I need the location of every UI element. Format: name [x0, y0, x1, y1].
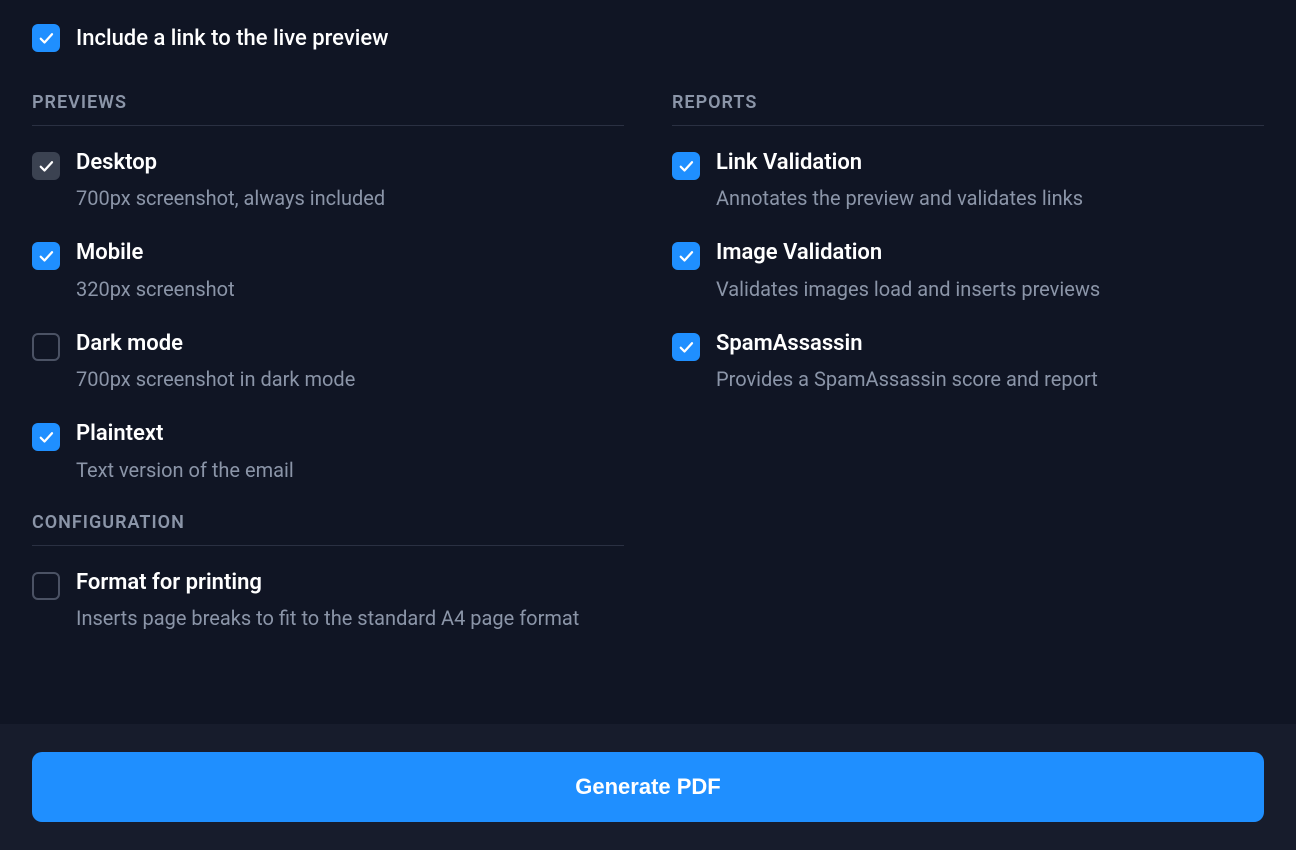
check-icon: [37, 247, 55, 265]
config-option-print[interactable]: Format for printing Inserts page breaks …: [32, 570, 624, 632]
option-title: SpamAssassin: [716, 331, 1264, 357]
dark-mode-checkbox[interactable]: [32, 333, 60, 361]
preview-option-mobile[interactable]: Mobile 320px screenshot: [32, 240, 624, 302]
option-description: 700px screenshot, always included: [76, 184, 624, 212]
option-description: Provides a SpamAssassin score and report: [716, 365, 1264, 393]
option-description: Inserts page breaks to fit to the standa…: [76, 604, 624, 632]
generate-pdf-button[interactable]: Generate PDF: [32, 752, 1264, 822]
option-description: 320px screenshot: [76, 275, 624, 303]
preview-option-desktop[interactable]: Desktop 700px screenshot, always include…: [32, 150, 624, 212]
option-description: 700px screenshot in dark mode: [76, 365, 624, 393]
include-link-row[interactable]: Include a link to the live preview: [32, 24, 1264, 52]
option-title: Image Validation: [716, 240, 1264, 266]
option-title: Mobile: [76, 240, 624, 266]
check-icon: [37, 157, 55, 175]
format-for-printing-checkbox[interactable]: [32, 572, 60, 600]
configuration-header: CONFIGURATION: [32, 512, 624, 546]
option-title: Dark mode: [76, 331, 624, 357]
previews-header: PREVIEWS: [32, 92, 624, 126]
option-title: Desktop: [76, 150, 624, 176]
report-option-spamassassin[interactable]: SpamAssassin Provides a SpamAssassin sco…: [672, 331, 1264, 393]
mobile-checkbox[interactable]: [32, 242, 60, 270]
check-icon: [677, 338, 695, 356]
report-option-image-validation[interactable]: Image Validation Validates images load a…: [672, 240, 1264, 302]
plaintext-checkbox[interactable]: [32, 423, 60, 451]
option-title: Plaintext: [76, 421, 624, 447]
check-icon: [37, 428, 55, 446]
report-option-link-validation[interactable]: Link Validation Annotates the preview an…: [672, 150, 1264, 212]
spamassassin-checkbox[interactable]: [672, 333, 700, 361]
option-description: Validates images load and inserts previe…: [716, 275, 1264, 303]
image-validation-checkbox[interactable]: [672, 242, 700, 270]
preview-option-plaintext[interactable]: Plaintext Text version of the email: [32, 421, 624, 483]
preview-option-dark-mode[interactable]: Dark mode 700px screenshot in dark mode: [32, 331, 624, 393]
desktop-checkbox: [32, 152, 60, 180]
link-validation-checkbox[interactable]: [672, 152, 700, 180]
check-icon: [677, 157, 695, 175]
check-icon: [677, 247, 695, 265]
option-description: Annotates the preview and validates link…: [716, 184, 1264, 212]
option-description: Text version of the email: [76, 456, 624, 484]
option-title: Format for printing: [76, 570, 624, 596]
option-title: Link Validation: [716, 150, 1264, 176]
footer-bar: Generate PDF: [0, 724, 1296, 850]
reports-header: REPORTS: [672, 92, 1264, 126]
check-icon: [37, 29, 55, 47]
include-link-label: Include a link to the live preview: [76, 26, 388, 51]
include-link-checkbox[interactable]: [32, 24, 60, 52]
